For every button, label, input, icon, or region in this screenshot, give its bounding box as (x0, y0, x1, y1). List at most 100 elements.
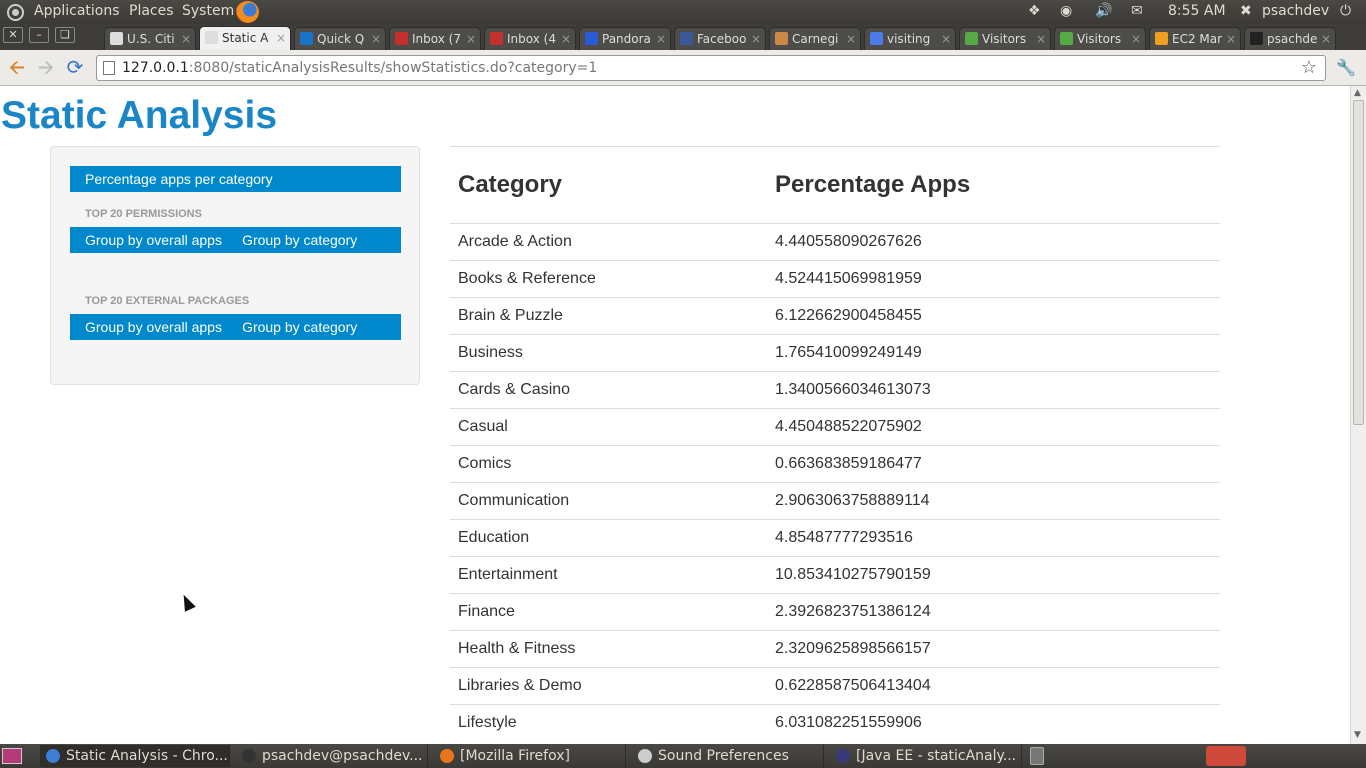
tab-close-icon[interactable]: × (656, 28, 666, 50)
places-menu[interactable]: Places (129, 3, 174, 19)
tab-close-icon[interactable]: × (371, 28, 381, 50)
percentage-cell: 10.853410275790159 (775, 556, 1220, 594)
ec2-icon (1155, 32, 1168, 45)
scroll-down-icon[interactable]: ▼ (1354, 730, 1361, 740)
packages-group-overall-link[interactable]: Group by overall apps (70, 319, 222, 335)
percentage-cell: 1.3400566034613073 (775, 371, 1220, 409)
table-row: Entertainment 10.853410275790159 (450, 556, 1220, 594)
percentage-apps-per-category-link[interactable]: Percentage apps per category (70, 166, 401, 192)
leaf-icon (965, 32, 978, 45)
tab-5[interactable]: Pandora × (579, 27, 671, 50)
bookmark-star-icon[interactable]: ☆ (1301, 56, 1317, 80)
user-status-icon[interactable]: ✖ (1240, 3, 1252, 19)
tab-close-icon[interactable]: × (1036, 28, 1046, 50)
percentage-cell: 4.450488522075902 (775, 408, 1220, 446)
mail-icon[interactable]: ✉ (1131, 3, 1143, 19)
sidebar: Percentage apps per category TOP 20 PERM… (50, 146, 420, 385)
page-icon (110, 32, 123, 45)
category-cell: Casual (450, 408, 775, 446)
trash-icon[interactable] (1030, 747, 1044, 765)
percentage-cell: 2.9063063758889114 (775, 482, 1220, 520)
tab-close-icon[interactable]: × (181, 28, 191, 50)
mouse-cursor-icon (178, 592, 196, 612)
tab-10[interactable]: Visitors × (1054, 27, 1146, 50)
window-restore-icon[interactable]: ❏ (55, 27, 75, 43)
table-row: Business 1.765410099249149 (450, 334, 1220, 372)
table-row: Communication 2.9063063758889114 (450, 482, 1220, 520)
table-row: Lifestyle 6.031082251559906 (450, 704, 1220, 742)
category-cell: Libraries & Demo (450, 667, 775, 705)
permissions-group-category-link[interactable]: Group by category (227, 232, 358, 248)
power-icon[interactable]: ⏻ (1340, 3, 1351, 19)
percentage-cell: 0.663683859186477 (775, 445, 1220, 483)
table-row: Education 4.85487777293516 (450, 519, 1220, 557)
tab-label: Inbox (7 (412, 32, 461, 46)
mail-icon (775, 32, 788, 45)
show-desktop-icon[interactable] (2, 748, 22, 764)
top-panel: Applications Places System ❖ ◉ 🔊 ✉ 8:55 … (0, 0, 1366, 24)
tab-3[interactable]: Inbox (7 × (389, 27, 481, 50)
table-header-row: Category Percentage Apps (450, 146, 1220, 224)
tab-7[interactable]: Carnegi × (769, 27, 861, 50)
back-arrow-icon[interactable]: 🡨 (6, 57, 28, 79)
chrome-workspace-icon[interactable] (1206, 746, 1246, 766)
tab-6[interactable]: Faceboo × (674, 27, 766, 50)
scroll-up-icon[interactable]: ▲ (1354, 88, 1361, 98)
wrench-menu-icon[interactable]: 🔧 (1336, 58, 1356, 77)
taskbar-item-label: [Java EE - staticAnaly... (856, 748, 1017, 764)
tab-close-icon[interactable]: × (1131, 28, 1141, 50)
reload-icon[interactable]: ⟳ (64, 57, 86, 79)
window-minimize-icon[interactable]: – (29, 27, 49, 43)
percentage-cell: 6.122662900458455 (775, 297, 1220, 335)
tab-label: visiting (887, 32, 931, 46)
system-menu[interactable]: System (182, 3, 234, 19)
window-close-icon[interactable]: ✕ (3, 27, 23, 43)
tab-close-icon[interactable]: × (1226, 28, 1236, 50)
category-cell: Lifestyle (450, 704, 775, 742)
tab-11[interactable]: EC2 Mar × (1149, 27, 1241, 50)
tab-close-icon[interactable]: × (941, 28, 951, 50)
percentage-cell: 4.524415069981959 (775, 260, 1220, 298)
tab-close-icon[interactable]: × (751, 28, 761, 50)
taskbar-item-label: Sound Preferences (658, 748, 789, 764)
packages-group-category-link[interactable]: Group by category (227, 319, 358, 335)
clock[interactable]: 8:55 AM (1168, 3, 1226, 19)
taskbar-item[interactable]: psachdev@psachdev... (236, 745, 428, 767)
category-cell: Education (450, 519, 775, 557)
user-name[interactable]: psachdev (1262, 3, 1329, 19)
vertical-scrollbar[interactable]: ▲ ▼ (1350, 86, 1366, 744)
permissions-group-overall-link[interactable]: Group by overall apps (70, 232, 222, 248)
tab-8[interactable]: visiting × (864, 27, 956, 50)
tab-close-icon[interactable]: × (1321, 28, 1331, 50)
category-cell: Books & Reference (450, 260, 775, 298)
tab-9[interactable]: Visitors × (959, 27, 1051, 50)
category-cell: Arcade & Action (450, 223, 775, 261)
volume-icon[interactable]: 🔊 (1095, 3, 1112, 19)
percentage-cell: 0.6228587506413404 (775, 667, 1220, 705)
tab-12[interactable]: psachde × (1244, 27, 1336, 50)
scrollbar-thumb[interactable] (1353, 100, 1364, 425)
tab-close-icon[interactable]: × (466, 28, 476, 50)
tab-1[interactable]: Static A × (199, 26, 291, 50)
table-row: Libraries & Demo 0.6228587506413404 (450, 667, 1220, 705)
taskbar-item[interactable]: [Mozilla Firefox] (434, 745, 626, 767)
tab-0[interactable]: U.S. Citi × (104, 27, 196, 50)
wifi-icon[interactable]: ◉ (1060, 3, 1072, 19)
tab-label: Static A (222, 31, 269, 45)
dropbox-icon[interactable]: ❖ (1028, 3, 1041, 19)
tab-label: Pandora (602, 32, 651, 46)
tab-4[interactable]: Inbox (4 × (484, 27, 576, 50)
taskbar-item[interactable]: Static Analysis - Chro... (40, 745, 230, 767)
tab-2[interactable]: Quick Q × (294, 27, 386, 50)
firefox-launcher-icon[interactable] (236, 1, 259, 23)
tab-label: Faceboo (697, 32, 747, 46)
taskbar-item[interactable]: Sound Preferences (632, 745, 824, 767)
tab-close-icon[interactable]: × (276, 27, 286, 49)
address-bar[interactable]: 127.0.0.1:8080/staticAnalysisResults/sho… (96, 55, 1326, 81)
tab-close-icon[interactable]: × (561, 28, 571, 50)
applications-menu[interactable]: Applications (34, 3, 120, 19)
forward-arrow-icon[interactable]: 🡪 (35, 57, 57, 79)
ubuntu-logo-icon[interactable] (7, 4, 24, 21)
tab-close-icon[interactable]: × (846, 28, 856, 50)
taskbar-item[interactable]: [Java EE - staticAnaly... (830, 745, 1022, 767)
